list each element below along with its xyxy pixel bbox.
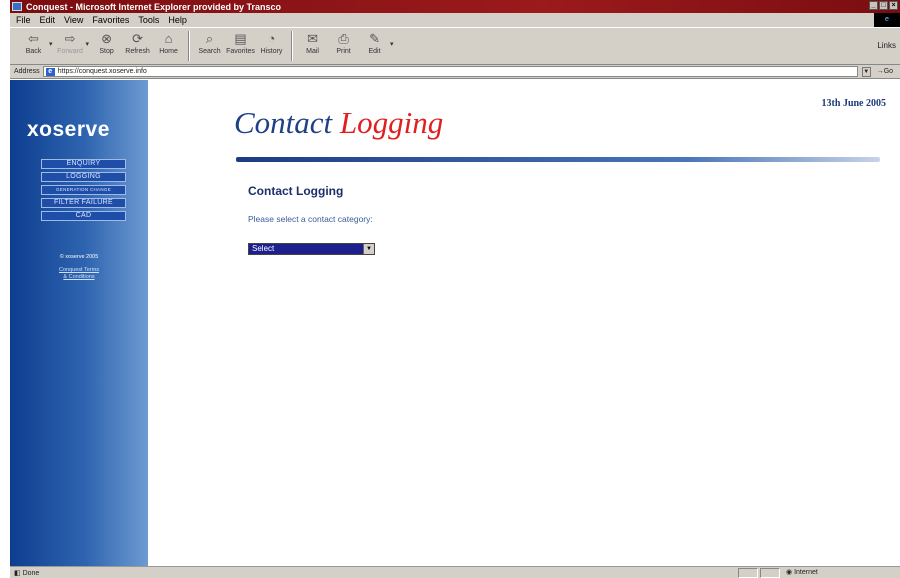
search-label: Search [198,48,221,55]
forward-arrow-icon: ⇨ [64,31,76,46]
address-dropdown-icon[interactable]: ▼ [861,66,871,77]
menu-bar: File Edit View Favorites Tools Help e [10,13,900,27]
copyright-text: © xoserve 2005 [59,254,99,260]
contact-category-select[interactable]: Select ▼ [248,243,375,255]
history-label: History [260,48,283,55]
menu-view[interactable]: View [64,15,83,25]
toolbar-separator [291,31,294,61]
links-button[interactable]: Links [877,41,896,50]
nav-filter-failure[interactable]: FILTER FAILURE [41,198,126,208]
back-button[interactable]: ⇦ Back [20,28,47,64]
stop-button[interactable]: ⊗ Stop [93,28,120,64]
chevron-down-icon: ▼ [363,244,374,254]
refresh-button[interactable]: ⟳ Refresh [124,28,151,64]
back-label: Back [25,48,42,55]
page-date: 13th June 2005 [821,98,886,109]
window-title: Conquest - Microsoft Internet Explorer p… [26,1,282,12]
home-icon: ⌂ [164,31,173,46]
window-titlebar: Conquest - Microsoft Internet Explorer p… [10,0,900,13]
menu-help[interactable]: Help [168,15,187,25]
refresh-label: Refresh [125,48,150,55]
nav-generation-change[interactable]: GENERATION CHANGE [41,185,126,195]
back-dropdown-icon[interactable]: ▾ [49,40,53,48]
status-panel [738,568,758,578]
status-panel [760,568,780,578]
address-label: Address [14,68,40,75]
mail-button[interactable]: ✉ Mail [299,28,326,64]
stop-icon: ⊗ [101,31,112,46]
status-bar: ◧ Done ◉ Internet [10,566,900,578]
throbber-icon: e [874,13,900,27]
home-label: Home [159,48,178,55]
menu-edit[interactable]: Edit [40,15,56,25]
page-icon: e [45,67,55,76]
print-label: Print [336,48,351,55]
forward-label: Forward [57,48,83,55]
banner-title-part1: Contact [234,105,340,140]
stop-label: Stop [99,48,114,55]
favorites-label: Favorites [226,48,255,55]
search-icon: ⌕ [205,31,214,46]
back-arrow-icon: ⇦ [28,31,39,46]
history-icon: ◔ [267,31,276,46]
toolbar-separator [188,31,191,61]
history-button[interactable]: ◔ History [258,28,285,64]
banner-divider [236,157,880,162]
nav-enquiry[interactable]: ENQUIRY [41,159,126,169]
print-icon: ⎙ [338,31,349,46]
terms-line2: & Conditions [63,274,95,280]
banner-title-part2: Logging [339,105,444,140]
close-icon[interactable]: × [889,1,898,10]
menu-file[interactable]: File [16,15,31,25]
xoserve-logo: xoserve [27,118,110,141]
nav-cad[interactable]: CAD [41,211,126,221]
terms-line1: Conquest Terms [59,267,99,273]
banner-title: Contact Logging [234,105,443,141]
forward-dropdown-icon[interactable]: ▾ [86,40,90,48]
favorites-icon: ▤ [234,31,247,46]
menu-tools[interactable]: Tools [138,15,159,25]
menu-favorites[interactable]: Favorites [92,15,129,25]
mail-icon: ✉ [307,31,318,46]
go-button[interactable]: →Go [877,68,893,75]
browser-toolbar: ⇦ Back ▾ ⇨ Forward ▾ ⊗ Stop ⟳ Refresh ⌂ … [10,27,900,65]
ie-icon [12,2,22,11]
category-prompt: Please select a contact category: [248,214,373,224]
home-button[interactable]: ⌂ Home [155,28,182,64]
security-zone: ◉ Internet [786,569,818,576]
minimize-icon[interactable]: _ [869,1,878,10]
edit-button[interactable]: ✎ Edit [361,28,388,64]
status-text: ◧ Done [14,569,40,577]
maximize-icon[interactable]: □ [879,1,888,10]
favorites-button[interactable]: ▤ Favorites [226,28,255,64]
print-button[interactable]: ⎙ Print [330,28,357,64]
address-url: https://conquest.xoserve.info [57,68,147,75]
refresh-icon: ⟳ [132,31,143,46]
go-label: Go [883,68,894,75]
forward-button[interactable]: ⇨ Forward [57,28,84,64]
edit-dropdown-icon[interactable]: ▾ [390,40,394,48]
page-heading: Contact Logging [248,184,344,198]
edit-label: Edit [368,48,381,55]
address-bar: Address e https://conquest.xoserve.info … [10,65,900,79]
select-value: Select [252,244,275,253]
search-button[interactable]: ⌕ Search [196,28,223,64]
terms-link[interactable]: Conquest Terms & Conditions [10,267,148,281]
sidebar-nav: ENQUIRY LOGGING GENERATION CHANGE FILTER… [41,159,126,221]
edit-icon: ✎ [369,31,380,46]
window-controls: _ □ × [869,1,898,10]
mail-label: Mail [306,48,319,55]
sidebar: xoserve ENQUIRY LOGGING GENERATION CHANG… [10,80,148,566]
nav-logging[interactable]: LOGGING [41,172,126,182]
status-done: Done [22,569,40,577]
zone-label: Internet [794,569,818,576]
address-input[interactable]: e https://conquest.xoserve.info [42,66,858,77]
